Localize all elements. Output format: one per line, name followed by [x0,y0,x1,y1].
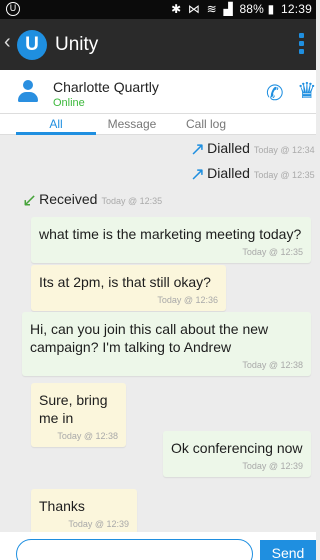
tab-call-log[interactable]: Call log [166,117,246,131]
message-bubble-outgoing[interactable]: what time is the marketing meeting today… [31,217,311,263]
bluetooth-icon: ✱ [171,2,182,16]
message-time: Today @ 12:35 [242,247,303,257]
contact-name: Charlotte Quartly [53,79,159,95]
contact-header: Charlotte Quartly Online ✆ ♛ [0,70,317,114]
battery-percent: 88% [239,2,265,16]
outgoing-call-arrow-icon: ↗ [190,139,206,159]
overflow-menu-icon[interactable] [299,33,305,57]
call-log-item[interactable]: ↙ Received Today @ 12:35 [22,190,162,211]
crown-icon[interactable]: ♛ [297,78,317,104]
signal-icon: ▟ [223,2,233,16]
message-text: Its at 2pm, is that still okay? [39,274,211,290]
mute-icon: ⋈ [187,2,201,16]
contact-avatar-icon [18,80,38,104]
outgoing-call-arrow-icon: ↗ [190,164,206,184]
back-chevron-icon[interactable]: ‹ [4,32,11,52]
clock: 12:39 [280,2,312,16]
tab-all[interactable]: All [16,117,96,131]
phone-icon[interactable]: ✆ [266,81,284,106]
message-bubble-outgoing[interactable]: Hi, can you join this call about the new… [22,312,311,376]
send-button[interactable]: Send [260,540,316,560]
status-right: ✱ ⋈ ≋ ▟ 88% ▮ 12:39 [171,2,312,16]
incoming-call-arrow-icon: ↙ [22,190,38,210]
message-text: Sure, bring me in [39,392,108,426]
app-bar: ‹ U Unity [0,19,316,70]
unity-logo: U [17,30,47,60]
message-time: Today @ 12:38 [242,360,303,370]
message-bubble-incoming[interactable]: Sure, bring me in Today @ 12:38 [31,383,126,447]
message-bubble-incoming[interactable]: Thanks Today @ 12:39 [31,489,137,535]
conversation: ↗ Dialled Today @ 12:34 ↗ Dialled Today @ 12… [0,135,316,535]
message-time: Today @ 12:39 [242,461,303,471]
message-text: Hi, can you join this call about the new… [30,321,269,355]
message-time: Today @ 12:38 [57,431,118,441]
tab-message[interactable]: Message [92,117,172,131]
call-log-item[interactable]: ↗ Dialled Today @ 12:34 [190,139,315,160]
contact-status: Online [53,97,85,109]
message-text: Ok conferencing now [171,440,303,456]
message-text: Thanks [39,498,85,514]
message-input[interactable] [16,539,253,560]
tab-bar: All Message Call log [0,114,316,135]
app-title: Unity [55,34,99,55]
composer-bar: Send [0,532,316,560]
wifi-icon: ≋ [206,2,217,16]
battery-icon: ▮ [267,2,275,16]
status-bar: U ✱ ⋈ ≋ ▟ 88% ▮ 12:39 [0,0,316,19]
call-log-item[interactable]: ↗ Dialled Today @ 12:35 [190,164,315,185]
message-time: Today @ 12:36 [157,295,218,305]
unity-status-icon: U [6,2,20,16]
message-text: what time is the marketing meeting today… [39,226,302,242]
message-time: Today @ 12:39 [68,519,129,529]
message-bubble-outgoing[interactable]: Ok conferencing now Today @ 12:39 [163,431,311,477]
message-bubble-incoming[interactable]: Its at 2pm, is that still okay? Today @ … [31,265,226,311]
